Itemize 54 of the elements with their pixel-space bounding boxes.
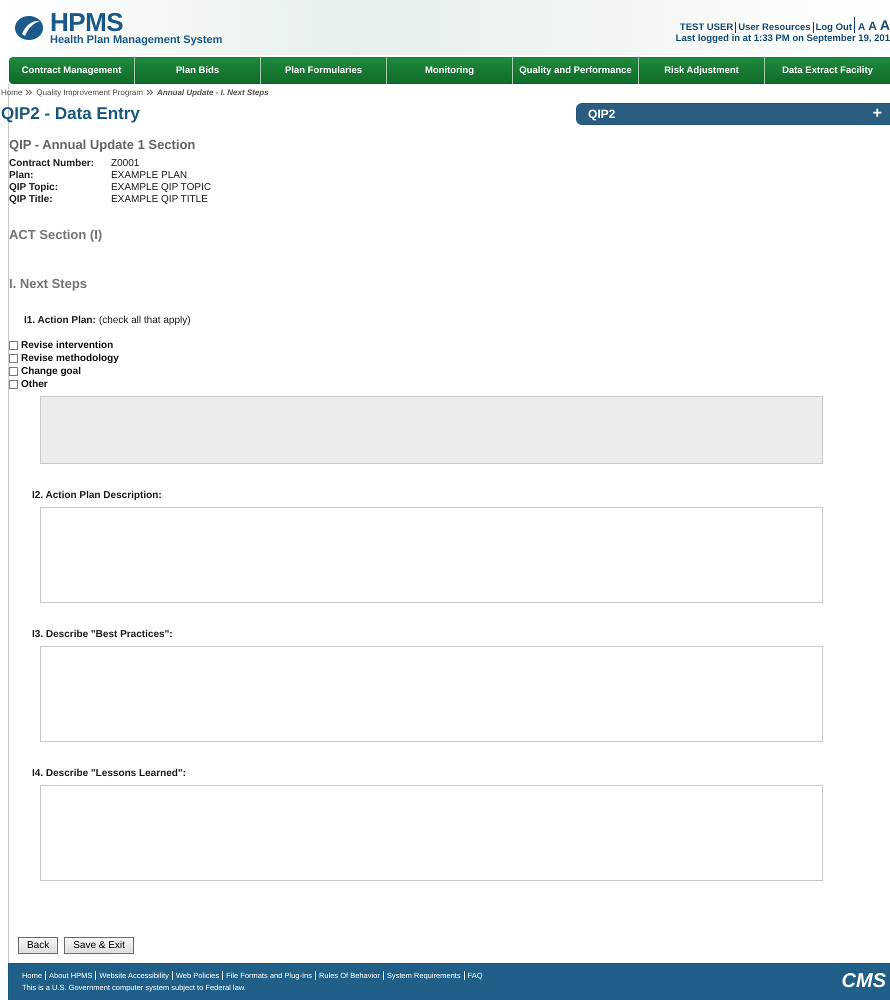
- nav-item[interactable]: Contract Management: [9, 57, 134, 84]
- detail-value: EXAMPLE PLAN: [111, 170, 188, 181]
- user-link[interactable]: TEST USER: [678, 22, 736, 33]
- detail-label: QIP Topic:: [9, 182, 58, 193]
- footer-logo: CMS: [842, 970, 887, 993]
- question-label: I3. Describe "Best Practices":: [32, 629, 174, 640]
- answer-field[interactable]: [40, 646, 823, 742]
- checkbox-label: Change goal: [21, 366, 82, 377]
- breadcrumb-link[interactable]: Quality Improvement Program: [36, 88, 144, 97]
- nav-item[interactable]: Risk Adjustment: [638, 57, 764, 84]
- checkbox[interactable]: [9, 354, 18, 363]
- logo-title: HPMS: [50, 10, 124, 34]
- logo-icon: [14, 14, 44, 42]
- last-login: Last logged in at 1:33 PM on September 19, 201: [676, 33, 890, 44]
- section-title: QIP - Annual Update 1 Section: [9, 137, 196, 152]
- checkbox[interactable]: [9, 341, 18, 350]
- detail-value: Z0001: [111, 158, 140, 169]
- breadcrumb-link[interactable]: Annual Update - I. Next Steps: [157, 88, 269, 97]
- nav-item[interactable]: Quality and Performance: [512, 57, 638, 84]
- answer-field[interactable]: [40, 785, 823, 881]
- checkbox-label: Revise intervention: [21, 340, 114, 351]
- question-label: I2. Action Plan Description:: [32, 490, 163, 501]
- checkbox[interactable]: [9, 380, 18, 389]
- detail-value: EXAMPLE QIP TOPIC: [111, 182, 212, 193]
- detail-value: EXAMPLE QIP TITLE: [111, 194, 208, 205]
- nav-item[interactable]: Plan Formularies: [260, 57, 386, 84]
- breadcrumb-link[interactable]: Home: [1, 88, 22, 97]
- side-panel-header[interactable]: QIP2 +: [576, 103, 890, 125]
- detail-label: QIP Title:: [9, 194, 53, 205]
- answer-field[interactable]: [40, 507, 823, 603]
- logo-subtitle: Health Plan Management System: [50, 34, 222, 46]
- font-size-link[interactable]: A: [880, 17, 890, 33]
- chevron-icon: [147, 90, 154, 95]
- checkbox-label: Other: [21, 379, 48, 390]
- question-hint: (check all that apply): [98, 315, 191, 326]
- font-size-link[interactable]: A: [858, 22, 866, 33]
- user-link[interactable]: Log Out: [812, 22, 854, 33]
- detail-label: Plan:: [9, 170, 34, 181]
- form-button[interactable]: Save & Exit: [64, 937, 134, 954]
- detail-label: Contract Number:: [9, 158, 94, 169]
- chevron-icon: [26, 90, 32, 95]
- nav-item[interactable]: Monitoring: [386, 57, 512, 84]
- font-size-link[interactable]: A: [868, 19, 877, 33]
- form-button[interactable]: Back: [18, 937, 58, 954]
- checkbox-label: Revise methodology: [21, 353, 119, 364]
- section-heading: ACT Section (I): [9, 227, 104, 242]
- section-heading: I. Next Steps: [9, 276, 88, 291]
- nav-item[interactable]: Data Extract Facility: [764, 57, 890, 84]
- question-label: I4. Describe "Lessons Learned":: [32, 768, 187, 779]
- question-label: I1. Action Plan:: [24, 315, 96, 326]
- checkbox[interactable]: [9, 367, 18, 376]
- nav-item[interactable]: Plan Bids: [134, 57, 260, 84]
- page-title: QIP2 - Data Entry: [1, 104, 140, 124]
- user-link[interactable]: User Resources: [735, 22, 813, 33]
